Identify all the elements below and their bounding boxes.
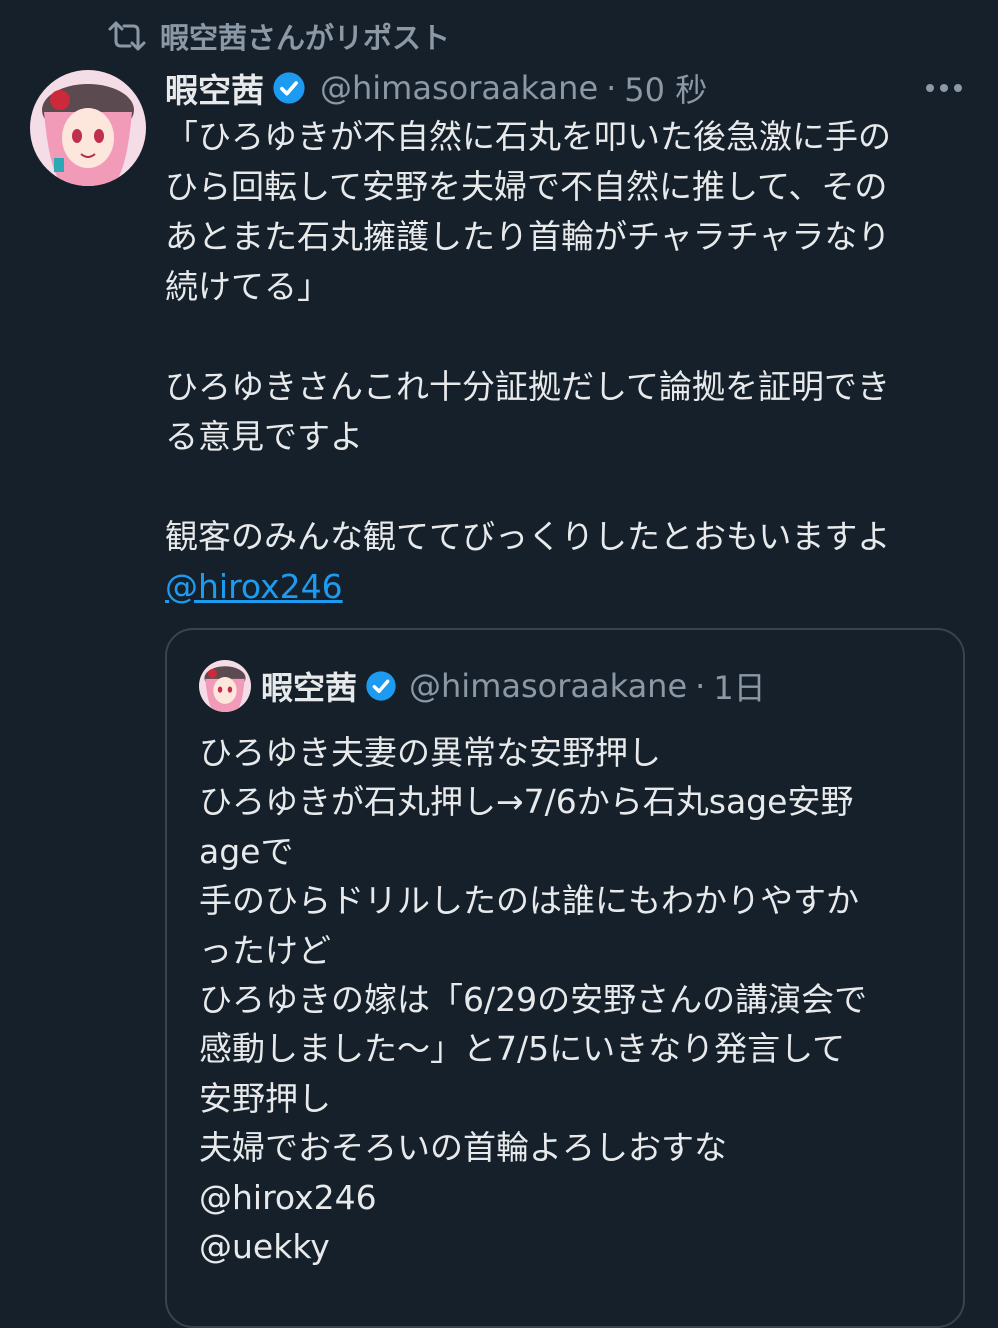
quote-avatar — [199, 660, 251, 712]
verified-badge-icon — [366, 671, 396, 701]
separator: · — [606, 69, 617, 107]
quote-line: ひろゆき夫妻の異常な安野押し — [199, 733, 661, 772]
quote-timestamp: 1日 — [713, 669, 766, 707]
avatar[interactable] — [30, 70, 146, 186]
quote-body: ひろゆき夫妻の異常な安野押し ひろゆきが石丸押し→7/6から石丸sage安野 a… — [199, 728, 943, 1271]
tweet-line: あとまた石丸擁護したり首輪がチャラチャラなり — [165, 217, 891, 256]
more-options-icon[interactable] — [926, 84, 968, 92]
verified-badge-icon — [273, 72, 305, 104]
timestamp[interactable]: 50 秒 — [624, 65, 707, 111]
quote-author-name: 暇空茜 — [261, 669, 358, 707]
tweet-line: 「ひろゆきが不自然に石丸を叩いた後急激に手の — [165, 117, 891, 156]
author-handle[interactable]: @himasoraakane — [320, 69, 598, 107]
quote-line: ひろゆきの嫁は「6/29の安野さんの講演会で — [199, 980, 868, 1020]
repost-label: 暇空茜さんがリポスト — [160, 21, 451, 55]
quote-line: 手のひらドリルしたのは誰にもわかりやすか — [199, 881, 859, 921]
quote-header: 暇空茜 @himasoraakane · 1日 — [199, 660, 766, 712]
repost-icon — [108, 21, 146, 51]
mention-link[interactable]: @hirox246 — [165, 567, 343, 606]
quote-line: ageで — [199, 831, 294, 871]
quote-line: 安野押し — [199, 1078, 331, 1118]
tweet-line: ひろゆきさんこれ十分証拠だして論拠を証明でき — [165, 367, 891, 406]
quote-line: ひろゆきが石丸押し→7/6から石丸sage安野 — [199, 782, 854, 822]
quote-line: ったけど — [199, 930, 331, 970]
quoted-tweet[interactable]: 暇空茜 @himasoraakane · 1日 ひろゆき夫妻の異常な安野押し ひ… — [165, 628, 965, 1328]
quote-line: 夫婦でおそろいの首輪よろしおすな — [199, 1128, 727, 1168]
tweet-line: 観客のみんな観ててびっくりしたとおもいますよ — [165, 517, 891, 556]
tweet-line: 続けてる」 — [165, 267, 330, 306]
repost-context[interactable]: 暇空茜さんがリポスト — [108, 16, 450, 56]
tweet-line: ひら回転して安野を夫婦で不自然に推して、その — [165, 167, 888, 206]
quote-line: @uekky — [199, 1227, 330, 1267]
author-name[interactable]: 暇空茜 — [165, 64, 264, 112]
separator: · — [695, 667, 706, 705]
quote-line: 感動しました〜」と7/5にいきなり発言して — [199, 1029, 846, 1069]
quote-line: @hirox246 — [199, 1177, 377, 1217]
quote-handle: @himasoraakane — [409, 667, 688, 705]
tweet-body: 「ひろゆきが不自然に石丸を叩いた後急激に手の ひら回転して安野を夫婦で不自然に推… — [165, 112, 968, 612]
tweet-header: 暇空茜 @himasoraakane · 50 秒 — [165, 62, 968, 114]
tweet-line: る意見ですよ — [165, 417, 363, 456]
